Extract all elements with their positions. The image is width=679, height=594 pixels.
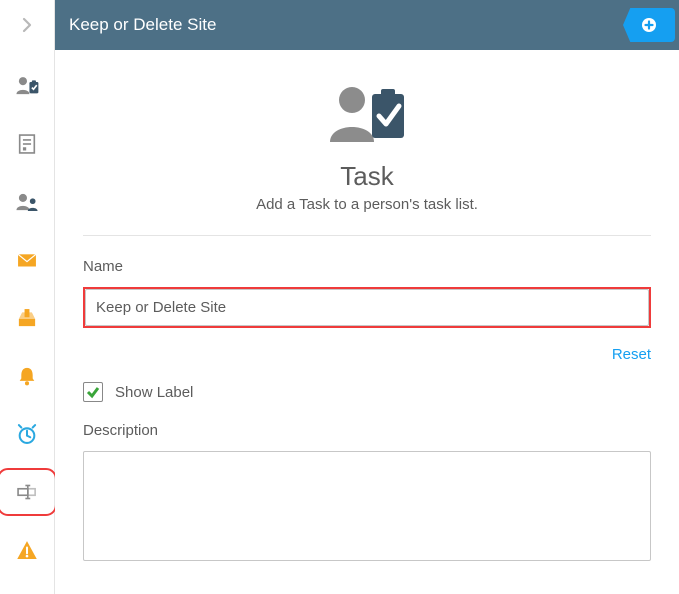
- rail-item-rename[interactable]: [5, 476, 49, 508]
- plus-icon: [639, 15, 659, 35]
- sidebar-expand-toggle[interactable]: [0, 0, 54, 50]
- task-hero-icon: [324, 80, 410, 155]
- people-icon: [14, 189, 40, 215]
- panel-title: Keep or Delete Site: [69, 15, 623, 35]
- panel-header: Keep or Delete Site: [55, 0, 679, 50]
- document-icon: [14, 131, 40, 157]
- inbox-icon: [14, 305, 40, 331]
- clock-icon: [14, 421, 40, 447]
- envelope-icon: [14, 247, 40, 273]
- rename-icon: [14, 479, 40, 505]
- hero-subtitle: Add a Task to a person's task list.: [256, 196, 478, 213]
- rail-item-warnings[interactable]: [5, 534, 49, 566]
- rail-item-archive[interactable]: [5, 302, 49, 334]
- show-label-checkbox[interactable]: [83, 382, 103, 402]
- rail-item-assignments[interactable]: [5, 70, 49, 102]
- reset-link[interactable]: Reset: [612, 346, 651, 363]
- divider: [83, 235, 651, 236]
- description-input[interactable]: [83, 451, 651, 561]
- check-icon: [86, 385, 100, 399]
- rail-item-scheduled[interactable]: [5, 418, 49, 450]
- rail-item-people[interactable]: [5, 186, 49, 218]
- hero-title: Task: [340, 161, 393, 192]
- bell-icon: [14, 363, 40, 389]
- panel-content[interactable]: Task Add a Task to a person's task list.…: [55, 50, 679, 594]
- rail-item-mail[interactable]: [5, 244, 49, 276]
- description-field-label: Description: [83, 422, 651, 439]
- add-action-button[interactable]: [623, 8, 675, 42]
- name-input[interactable]: [85, 289, 649, 326]
- sidebar-rail: [0, 0, 55, 594]
- chevron-right-icon: [19, 17, 35, 33]
- person-clipboard-icon: [14, 73, 40, 99]
- rail-item-notifications[interactable]: [5, 360, 49, 392]
- name-field-highlight: [83, 287, 651, 328]
- rail-item-documents[interactable]: [5, 128, 49, 160]
- warning-icon: [14, 537, 40, 563]
- name-field-label: Name: [83, 258, 651, 275]
- show-label-text: Show Label: [115, 384, 193, 401]
